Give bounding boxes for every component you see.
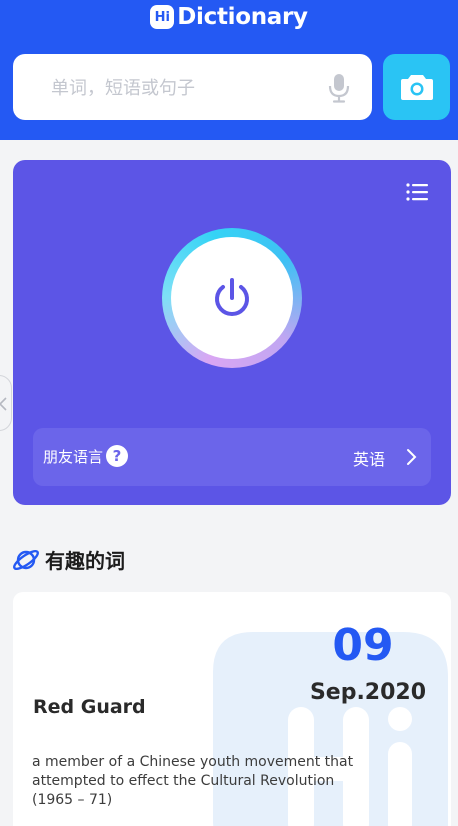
- search-input[interactable]: [51, 74, 311, 102]
- logo-text: Dictionary: [177, 4, 308, 30]
- date-day: 09: [332, 620, 394, 671]
- power-icon: [215, 278, 249, 316]
- friend-language-value: 英语: [353, 450, 386, 469]
- word-definition: a member of a Chinese youth movement tha…: [32, 754, 354, 808]
- question-icon[interactable]: ?: [106, 445, 128, 467]
- date-month-year: Sep.2020: [309, 680, 427, 705]
- camera-icon: [400, 75, 433, 100]
- word-title: Red Guard: [33, 696, 146, 718]
- side-drawer-handle[interactable]: [0, 375, 12, 431]
- power-button[interactable]: [162, 228, 302, 368]
- interesting-words-header: 有趣的词: [12, 545, 125, 574]
- section-title: 有趣的词: [45, 549, 125, 573]
- planet-icon: [13, 549, 39, 570]
- app-logo: Hi Dictionary: [0, 4, 458, 30]
- camera-button[interactable]: [383, 54, 450, 120]
- word-of-day-card[interactable]: 09 Sep.2020 Red Guard a member of a Chin…: [13, 592, 451, 826]
- power-button-inner: [171, 237, 293, 359]
- friend-language-label: 朋友语言: [43, 448, 104, 466]
- app-header: Hi Dictionary: [0, 0, 458, 140]
- conversation-card: 朋友语言 ? 英语: [13, 160, 451, 505]
- chevron-left-icon: [0, 397, 7, 411]
- list-menu-icon[interactable]: [406, 182, 428, 202]
- search-box[interactable]: [13, 54, 372, 120]
- microphone-icon[interactable]: [324, 72, 354, 104]
- chevron-right-icon: [407, 449, 417, 465]
- logo-badge: Hi: [150, 5, 175, 29]
- friend-language-selector[interactable]: 朋友语言 ? 英语: [33, 428, 431, 486]
